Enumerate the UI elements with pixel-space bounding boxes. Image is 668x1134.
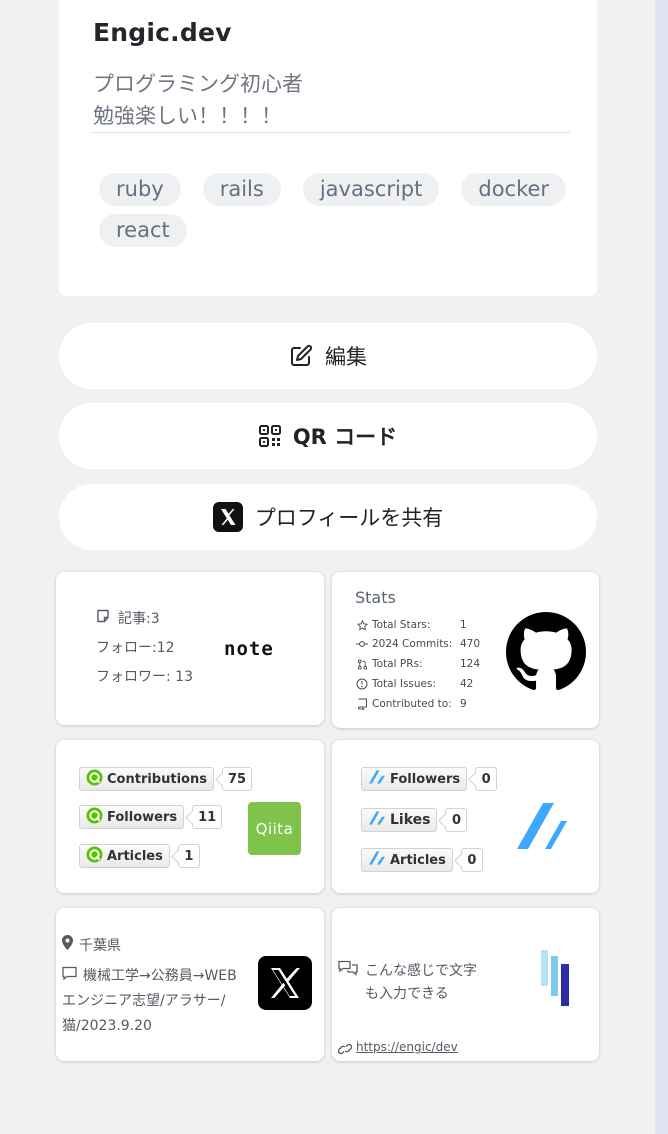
tag-ruby[interactable]: ruby [99,173,181,206]
qiita-card[interactable]: Contributions 75 Followers 11 Articles 1… [56,740,324,893]
edit-button-label: 編集 [325,345,367,369]
zenn-logo-icon [516,800,568,854]
zenn-icon [368,770,386,788]
free-text-card[interactable]: こんな感じで文字 も入力できる https://engic/dev [332,908,599,1061]
stat-label: Total Issues: [372,678,437,690]
badge-count: 1 [177,844,200,868]
zenn-likes-badge: Likes 0 [361,808,468,832]
tag-rails[interactable]: rails [202,173,281,206]
issue-icon [355,678,369,690]
free-text: こんな感じで文字 も入力できる [365,960,495,1006]
share-profile-button-label: プロフィールを共有 [254,506,444,530]
edit-button[interactable]: 編集 [59,323,597,389]
share-profile-button[interactable]: プロフィールを共有 [59,484,597,550]
note-follows: フォロー:12 [96,640,175,656]
note-logo: note [224,638,274,660]
stat-row: Contributed to: 9 [355,698,467,710]
zenn-icon [368,851,386,869]
profile-bio: プログラミング初心者 勉強楽しい！！！！ [93,68,303,132]
scrollbar-track[interactable] [655,0,668,1134]
stat-label: Total Stars: [372,619,431,631]
badge-label: Articles [390,852,446,868]
stats-title: Stats [355,588,396,607]
badge-label: Likes [390,812,431,828]
github-logo-icon [506,612,586,696]
star-icon [355,619,369,631]
zenn-followers-badge: Followers 0 [361,767,498,791]
skill-tags: ruby rails javascript docker react [99,173,579,247]
stat-row: Total PRs: 124 [355,658,480,670]
tag-react[interactable]: react [99,214,187,247]
repo-icon [355,698,369,710]
location-pin-icon [62,934,73,959]
github-stats-card[interactable]: Stats Total Stars: 1 2024 Commits: 470 T… [332,572,599,728]
comment-icon [62,964,77,989]
qiita-followers-badge: Followers 11 [79,805,223,829]
qiita-articles-badge: Articles 1 [79,844,200,868]
qiita-contributions-badge: Contributions 75 [79,767,253,791]
badge-count: 75 [221,767,253,791]
profile-card: Engic.dev プログラミング初心者 勉強楽しい！！！！ ruby rail… [59,0,597,296]
stat-value: 470 [460,638,481,650]
commit-icon [355,639,369,649]
free-text-line: も入力できる [365,986,449,1002]
badge-label: Followers [390,771,461,787]
x-bio-line: 機械工学→公務員→WEB [83,968,237,984]
stat-label: 2024 Commits: [372,638,453,650]
qr-code-icon [258,425,281,447]
zenn-icon [368,811,386,829]
tag-docker[interactable]: docker [461,173,567,206]
x-logo-icon [212,502,243,532]
badge-label: Followers [107,809,178,825]
badge-count: 0 [475,767,498,791]
note-card[interactable]: 記事:3 フォロー:12 フォロワー: 13 note [56,572,324,725]
qr-code-button[interactable]: QR コード [59,403,597,469]
badge-count: 0 [460,848,483,872]
stat-label: Contributed to: [372,698,452,710]
profile-name: Engic.dev [93,18,232,47]
note-articles-label: 記事:3 [118,611,160,627]
bars-logo-icon [539,948,573,1012]
badge-count: 0 [445,808,468,832]
x-bio-line: 猫/2023.9.20 [62,1018,152,1034]
x-profile-card[interactable]: 千葉県 機械工学→公務員→WEB エンジニア志望/アラサー/ 猫/2023.9.… [56,908,324,1061]
stat-value: 1 [460,619,467,631]
pull-request-icon [355,658,369,670]
qiita-icon [86,846,103,867]
divider [92,132,570,133]
stat-value: 9 [460,698,467,710]
note-followers: フォロワー: 13 [96,669,193,685]
badge-label: Articles [107,848,163,864]
tag-javascript[interactable]: javascript [302,173,440,206]
badge-label: Contributions [107,771,207,787]
stat-value: 124 [460,658,481,670]
qiita-icon [86,769,103,790]
profile-link[interactable]: https://engic/dev [356,1040,458,1054]
stat-row: 2024 Commits: 470 [355,638,480,650]
note-articles: 記事:3 [96,608,160,628]
link-icon [337,1040,353,1059]
location: 千葉県 [62,934,121,959]
bio-line: 勉強楽しい！！！！ [93,104,282,128]
bio-line: プログラミング初心者 [93,72,303,96]
chat-bubbles-icon [338,960,358,981]
stat-label: Total PRs: [372,658,423,670]
zenn-card[interactable]: Followers 0 Likes 0 Articles 0 [332,740,599,893]
stat-row: Total Stars: 1 [355,619,467,631]
qr-code-button-label: QR コード [292,425,398,449]
zenn-articles-badge: Articles 0 [361,848,483,872]
stat-value: 42 [460,678,474,690]
qiita-logo: Qiita [248,802,301,855]
x-bio-line: エンジニア志望/アラサー/ [62,993,226,1009]
location-label: 千葉県 [79,938,121,954]
qiita-icon [86,807,103,828]
x-logo-icon [258,956,312,1010]
note-icon [96,609,110,627]
badge-count: 11 [192,805,223,829]
x-bio: 機械工学→公務員→WEB エンジニア志望/アラサー/ 猫/2023.9.20 [62,964,237,1039]
edit-icon [289,344,313,368]
free-text-line: こんな感じで文字 [365,963,477,979]
stat-row: Total Issues: 42 [355,678,473,690]
